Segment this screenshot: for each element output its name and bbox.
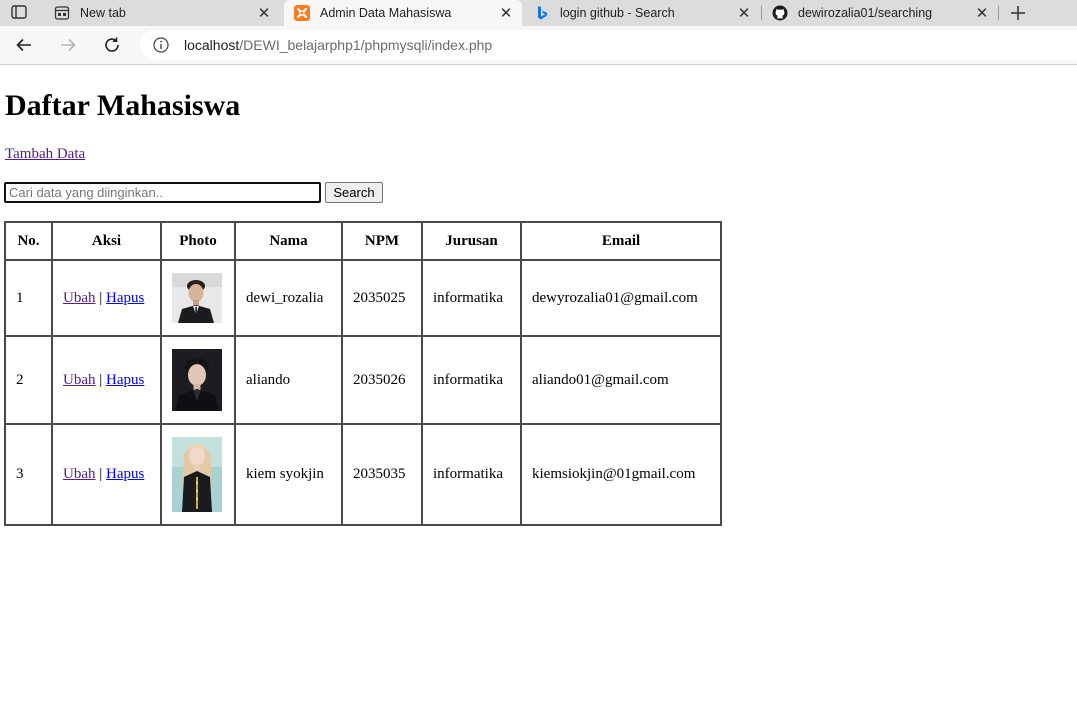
tab-actions-icon[interactable] bbox=[8, 3, 30, 21]
table-row: 3 Ubah | Hapus kiem syokjin 2035035 info… bbox=[4, 423, 722, 526]
xampp-icon bbox=[294, 5, 310, 21]
tambah-data-link[interactable]: Tambah Data bbox=[5, 146, 85, 163]
close-icon[interactable]: ✕ bbox=[498, 5, 514, 22]
cell-npm: 2035025 bbox=[341, 259, 423, 337]
search-button[interactable]: Search bbox=[325, 182, 383, 203]
header-nama: Nama bbox=[234, 221, 343, 261]
address-bar[interactable]: localhost/DEWI_belajarphp1/phpmysqli/ind… bbox=[140, 30, 1077, 60]
tab-separator bbox=[998, 6, 999, 20]
tab-title: login github - Search bbox=[560, 6, 675, 20]
ubah-link[interactable]: Ubah bbox=[63, 290, 96, 306]
header-npm: NPM bbox=[341, 221, 423, 261]
cell-npm: 2035026 bbox=[341, 335, 423, 425]
info-icon[interactable] bbox=[153, 37, 169, 53]
table-row: 2 Ubah | Hapus aliando 2035026 informati… bbox=[4, 335, 722, 425]
forward-icon[interactable] bbox=[57, 34, 79, 56]
student-photo bbox=[172, 437, 222, 512]
browser-toolbar: localhost/DEWI_belajarphp1/phpmysqli/ind… bbox=[0, 26, 1077, 65]
reload-icon[interactable] bbox=[101, 34, 123, 56]
search-input[interactable] bbox=[4, 182, 321, 203]
student-photo bbox=[172, 273, 222, 323]
table-row: 1 Ubah | Hapus dewi_rozalia 2035025 info… bbox=[4, 259, 722, 337]
tab-title: Admin Data Mahasiswa bbox=[320, 6, 452, 20]
cell-photo bbox=[160, 423, 236, 526]
cell-no: 2 bbox=[4, 335, 53, 425]
student-photo bbox=[172, 349, 222, 411]
hapus-link[interactable]: Hapus bbox=[106, 372, 144, 388]
action-separator: | bbox=[99, 371, 103, 388]
tab-title: dewirozalia01/searching bbox=[798, 6, 933, 20]
close-icon[interactable]: ✕ bbox=[736, 5, 752, 22]
cell-email: kiemsiokjin@01gmail.com bbox=[520, 423, 722, 526]
new-tab-icon bbox=[54, 5, 70, 21]
tab-admin-data-mahasiswa[interactable]: Admin Data Mahasiswa ✕ bbox=[284, 0, 522, 26]
url-path: /DEWI_belajarphp1/phpmysqli/index.php bbox=[239, 37, 493, 53]
hapus-link[interactable]: Hapus bbox=[106, 290, 144, 306]
cell-jurusan: informatika bbox=[421, 335, 522, 425]
header-aksi: Aksi bbox=[51, 221, 162, 261]
cell-nama: dewi_rozalia bbox=[234, 259, 343, 337]
url-host: localhost bbox=[184, 37, 240, 53]
cell-jurusan: informatika bbox=[421, 423, 522, 526]
cell-photo bbox=[160, 259, 236, 337]
header-photo: Photo bbox=[160, 221, 236, 261]
cell-nama: kiem syokjin bbox=[234, 423, 343, 526]
cell-no: 1 bbox=[4, 259, 53, 337]
tab-login-github-search[interactable]: login github - Search ✕ bbox=[524, 0, 760, 26]
new-tab-button[interactable] bbox=[1007, 2, 1029, 24]
mahasiswa-table: No. Aksi Photo Nama NPM Jurusan Email 1 … bbox=[4, 221, 722, 526]
cell-email: dewyrozalia01@gmail.com bbox=[520, 259, 722, 337]
ubah-link[interactable]: Ubah bbox=[63, 466, 96, 482]
hapus-link[interactable]: Hapus bbox=[106, 466, 144, 482]
github-icon bbox=[772, 5, 788, 21]
bing-icon bbox=[534, 5, 550, 21]
header-jurusan: Jurusan bbox=[421, 221, 522, 261]
cell-aksi: Ubah | Hapus bbox=[51, 335, 162, 425]
cell-npm: 2035035 bbox=[341, 423, 423, 526]
cell-email: aliando01@gmail.com bbox=[520, 335, 722, 425]
ubah-link[interactable]: Ubah bbox=[63, 372, 96, 388]
back-icon[interactable] bbox=[13, 34, 35, 56]
header-email: Email bbox=[520, 221, 722, 261]
cell-photo bbox=[160, 335, 236, 425]
cell-nama: aliando bbox=[234, 335, 343, 425]
tab-new-tab[interactable]: New tab ✕ bbox=[44, 0, 280, 26]
page-content: Daftar Mahasiswa Tambah Data Search No. … bbox=[0, 65, 1077, 713]
tab-strip: New tab ✕ Admin Data Mahasiswa ✕ login g… bbox=[0, 0, 1077, 26]
tab-dewirozalia01-searching[interactable]: dewirozalia01/searching ✕ bbox=[762, 0, 998, 26]
page-title: Daftar Mahasiswa bbox=[5, 89, 241, 122]
action-separator: | bbox=[99, 466, 103, 482]
cell-aksi: Ubah | Hapus bbox=[51, 259, 162, 337]
close-icon[interactable]: ✕ bbox=[256, 5, 272, 22]
header-no: No. bbox=[4, 221, 53, 261]
action-separator: | bbox=[99, 289, 103, 306]
cell-no: 3 bbox=[4, 423, 53, 526]
close-icon[interactable]: ✕ bbox=[974, 5, 990, 22]
cell-jurusan: informatika bbox=[421, 259, 522, 337]
tab-title: New tab bbox=[80, 6, 126, 20]
cell-aksi: Ubah | Hapus bbox=[51, 423, 162, 526]
table-header-row: No. Aksi Photo Nama NPM Jurusan Email bbox=[4, 221, 722, 261]
